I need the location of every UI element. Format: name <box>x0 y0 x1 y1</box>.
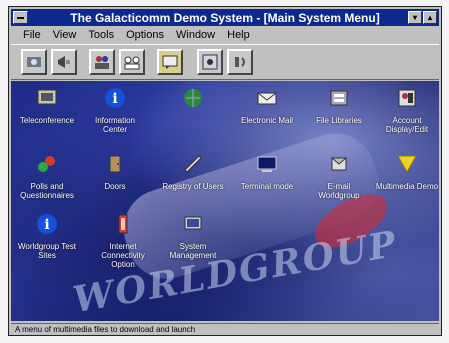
icon-label: Teleconference <box>19 116 75 125</box>
icon-multimedia-demo[interactable]: Multimedia Demo <box>375 153 439 191</box>
terminal-icon <box>257 156 277 172</box>
menu-view[interactable]: View <box>53 29 77 41</box>
status-bar: A menu of multimedia files to download a… <box>11 323 439 335</box>
icon-terminal-mode[interactable]: Terminal mode <box>235 153 299 191</box>
menu-options[interactable]: Options <box>126 29 164 41</box>
account-icon <box>398 89 416 107</box>
group-tool-icon <box>124 56 140 70</box>
icon-email-worldgroup[interactable]: E-mail Worldgroup <box>307 153 371 200</box>
window-tool-icon <box>202 54 218 70</box>
title-bar: The Galacticomm Demo System - [Main Syst… <box>11 9 439 26</box>
icon-label: Internet Connectivity Option <box>101 242 145 269</box>
users-tool-icon <box>95 56 109 69</box>
icon-label: Worldgroup Test Sites <box>18 242 76 260</box>
icon-label: Registry of Users <box>162 182 224 191</box>
megaphone-tool-button[interactable] <box>51 49 77 75</box>
multimedia-icon <box>397 155 417 174</box>
minimize-button[interactable]: ▾ <box>408 11 422 24</box>
chat-tool-icon <box>162 55 178 69</box>
icon-internet-connectivity[interactable]: Internet Connectivity Option <box>91 213 155 269</box>
icon-label: System Management <box>169 242 217 260</box>
icon-label: File Libraries <box>316 116 362 125</box>
system-menu-icon[interactable] <box>13 11 28 24</box>
mail-icon <box>257 92 277 105</box>
info-icon: i <box>105 88 125 108</box>
group-tool-button[interactable] <box>119 49 145 75</box>
icon-doors[interactable]: Doors <box>83 153 147 191</box>
registry-icon <box>184 155 202 173</box>
menu-window[interactable]: Window <box>176 29 215 41</box>
menu-bar: File View Tools Options Window Help <box>11 27 439 43</box>
speaker-tool-icon <box>235 57 245 67</box>
icon-label: E-mail Worldgroup <box>318 182 360 200</box>
users-tool-button[interactable] <box>89 49 115 75</box>
maximize-button[interactable]: ▴ <box>423 11 437 24</box>
megaphone-tool-icon <box>58 56 70 68</box>
svg-text:i: i <box>44 217 49 233</box>
teleconference-tool-icon <box>27 57 41 67</box>
system-management-icon <box>184 216 202 230</box>
icon-file-libraries[interactable]: File Libraries <box>307 87 371 125</box>
chat-tool-button[interactable] <box>157 49 183 75</box>
toolbar <box>11 44 439 80</box>
icon-unlabeled[interactable] <box>161 87 225 116</box>
file-library-icon <box>330 90 348 106</box>
email-icon <box>330 157 348 171</box>
icon-test-sites[interactable]: i Worldgroup Test Sites <box>15 213 79 260</box>
icon-label: Multimedia Demo <box>375 182 439 191</box>
icon-label: Polls and Questionnaires <box>20 182 74 200</box>
window-title: The Galacticomm Demo System - [Main Syst… <box>70 10 380 25</box>
polls-icon <box>38 156 55 172</box>
icon-polls[interactable]: Polls and Questionnaires <box>15 153 79 200</box>
menu-tools[interactable]: Tools <box>88 29 114 41</box>
icon-label: Terminal mode <box>240 182 294 191</box>
app-window: The Galacticomm Demo System - [Main Syst… <box>8 6 442 336</box>
icon-label: Account Display/Edit <box>385 116 429 134</box>
icon-information-center[interactable]: i Information Center <box>83 87 147 134</box>
icon-label: Doors <box>104 182 126 191</box>
icon-electronic-mail[interactable]: Electronic Mail <box>235 87 299 125</box>
info-icon: i <box>37 214 57 234</box>
door-icon <box>109 155 121 173</box>
icon-teleconference[interactable]: Teleconference <box>15 87 79 125</box>
window-tool-button[interactable] <box>197 49 223 75</box>
teleconference-tool-button[interactable] <box>21 49 47 75</box>
globe-icon <box>184 89 202 107</box>
icon-label: Electronic Mail <box>240 116 293 125</box>
icon-account-display[interactable]: Account Display/Edit <box>375 87 439 134</box>
svg-text:i: i <box>112 91 117 107</box>
icon-system-management[interactable]: System Management <box>161 213 225 260</box>
icon-label: Information Center <box>94 116 136 134</box>
speaker-tool-button[interactable] <box>227 49 253 75</box>
menu-help[interactable]: Help <box>227 29 250 41</box>
menu-file[interactable]: File <box>23 29 41 41</box>
internet-icon <box>118 214 128 234</box>
desktop-area: WORLDGROUP Teleconference i Information … <box>11 81 439 321</box>
teleconference-icon <box>37 89 57 105</box>
icon-registry[interactable]: Registry of Users <box>161 153 225 191</box>
